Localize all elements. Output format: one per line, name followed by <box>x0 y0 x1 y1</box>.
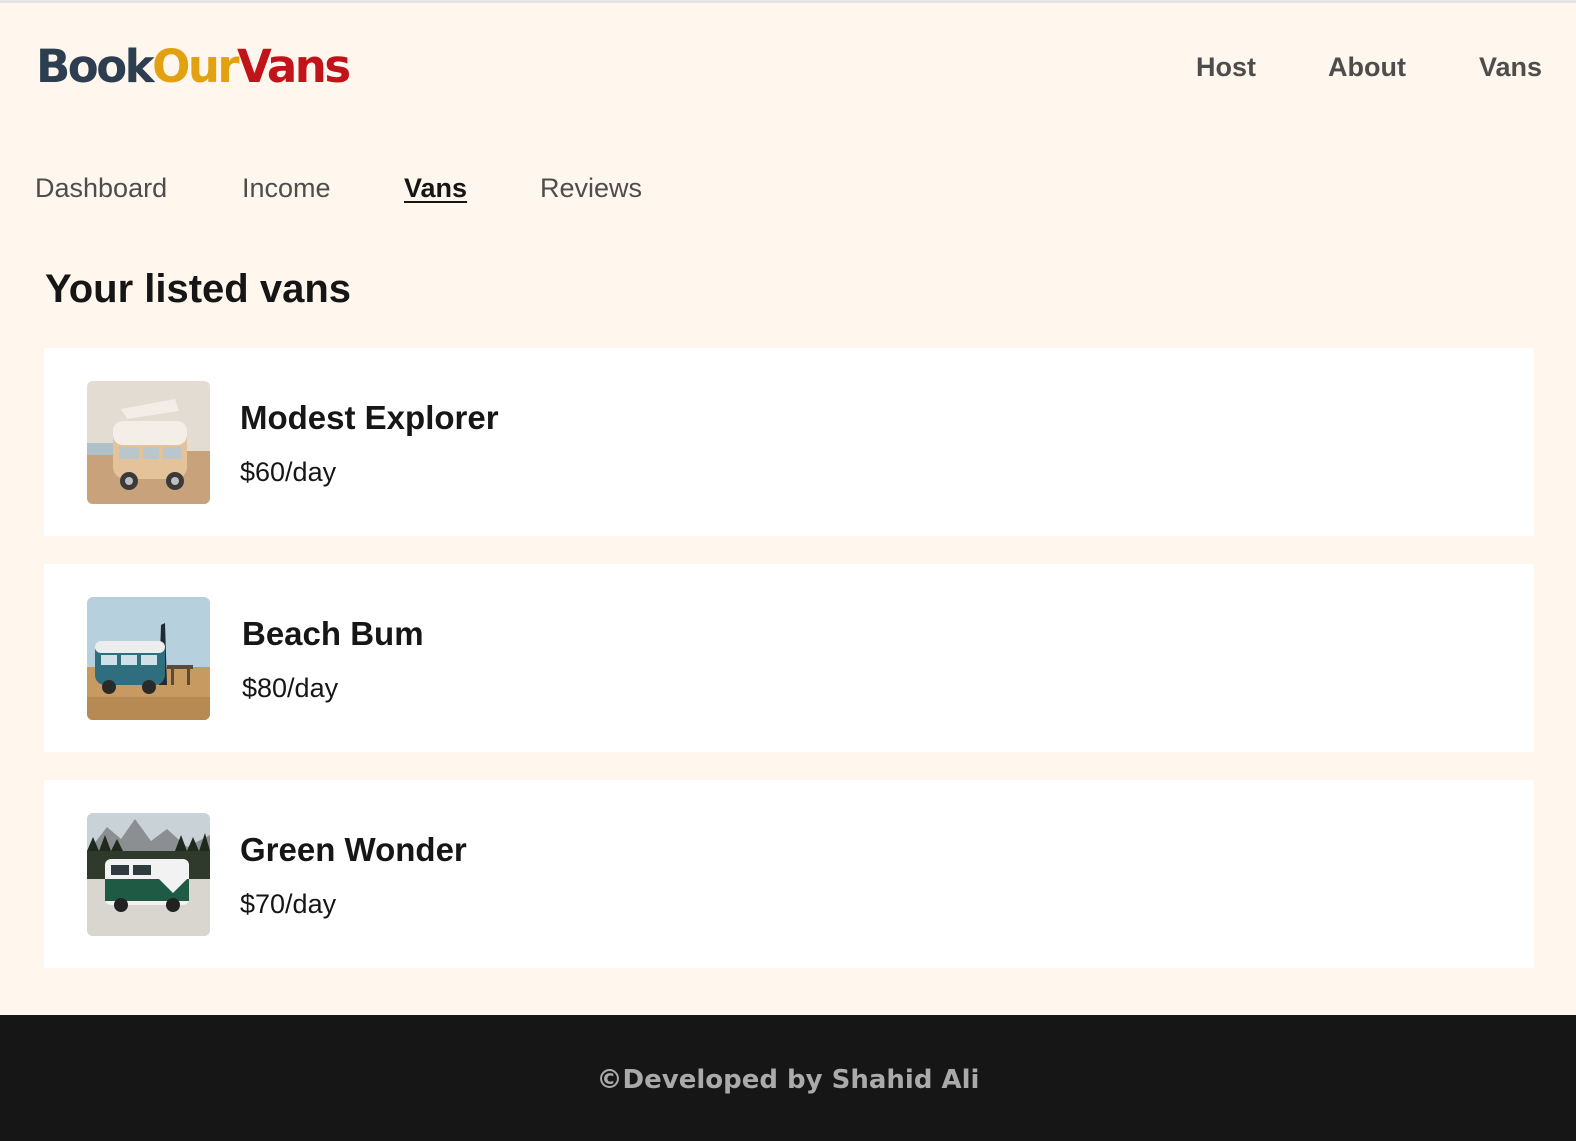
footer-credit: ©Developed by Shahid Ali <box>596 1065 980 1095</box>
van-card-beach-bum[interactable]: Beach Bum $80/day <box>44 564 1534 752</box>
van-price: $80/day <box>242 673 339 703</box>
van-name: Beach Bum <box>242 615 424 652</box>
van-image <box>87 813 210 936</box>
host-nav-income[interactable]: Income <box>242 168 331 208</box>
host-nav-vans[interactable]: Vans <box>404 168 467 208</box>
host-nav-reviews[interactable]: Reviews <box>540 168 642 208</box>
nav-link-host[interactable]: Host <box>1196 47 1256 87</box>
van-price: $70/day <box>240 889 337 919</box>
van-card-modest-explorer[interactable]: Modest Explorer $60/day <box>44 348 1534 536</box>
van-image <box>87 381 210 504</box>
van-card-green-wonder[interactable]: Green Wonder $70/day <box>44 780 1534 968</box>
nav-link-about[interactable]: About <box>1328 47 1406 87</box>
site-header: BookOurVans Host About Vans <box>0 3 1576 123</box>
van-price: $60/day <box>240 457 337 487</box>
host-nav: Dashboard Income Vans Reviews <box>0 168 900 208</box>
page-title: Your listed vans <box>45 267 352 311</box>
main-nav: Host About Vans <box>0 47 1576 87</box>
van-name: Green Wonder <box>240 831 467 868</box>
van-image <box>87 597 210 720</box>
host-nav-dashboard[interactable]: Dashboard <box>35 168 167 208</box>
van-name: Modest Explorer <box>240 399 499 436</box>
site-footer: ©Developed by Shahid Ali <box>0 1015 1576 1141</box>
nav-link-vans[interactable]: Vans <box>1479 47 1542 87</box>
